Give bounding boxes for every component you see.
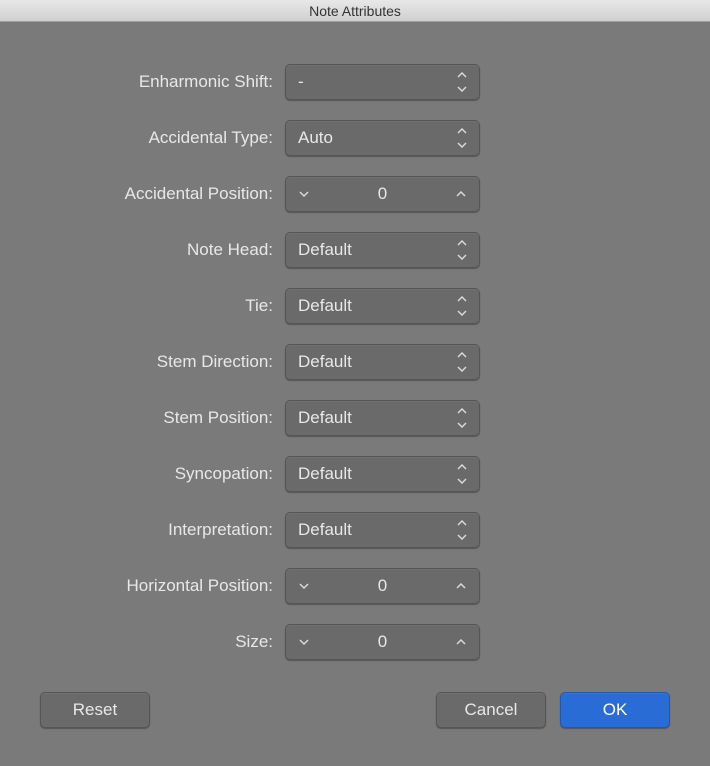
row-note-head: Note Head: Default [40,230,670,270]
updown-icon [455,72,469,92]
select-interpretation[interactable]: Default [285,512,480,548]
ok-button[interactable]: OK [560,692,670,728]
stepper-increment[interactable] [443,569,479,603]
row-stem-position: Stem Position: Default [40,398,670,438]
label-syncopation: Syncopation: [40,464,285,484]
stepper-increment[interactable] [443,625,479,659]
updown-icon [455,408,469,428]
select-accidental-type[interactable]: Auto [285,120,480,156]
label-interpretation: Interpretation: [40,520,285,540]
label-accidental-type: Accidental Type: [40,128,285,148]
label-tie: Tie: [40,296,285,316]
select-value: Default [298,464,352,484]
stepper-decrement[interactable] [286,177,322,211]
updown-icon [455,464,469,484]
row-stem-direction: Stem Direction: Default [40,342,670,382]
stepper-size[interactable]: 0 [285,624,480,660]
reset-button[interactable]: Reset [40,692,150,728]
stepper-value[interactable]: 0 [322,184,443,204]
title-bar: Note Attributes [0,0,710,22]
select-note-head[interactable]: Default [285,232,480,268]
window-title: Note Attributes [309,3,401,19]
label-stem-position: Stem Position: [40,408,285,428]
label-size: Size: [40,632,285,652]
select-stem-position[interactable]: Default [285,400,480,436]
dialog-content: Enharmonic Shift: - Accidental Type: Aut… [0,22,710,766]
stepper-horizontal-position[interactable]: 0 [285,568,480,604]
select-syncopation[interactable]: Default [285,456,480,492]
stepper-value[interactable]: 0 [322,576,443,596]
updown-icon [455,296,469,316]
select-value: Default [298,520,352,540]
updown-icon [455,128,469,148]
stepper-decrement[interactable] [286,625,322,659]
row-interpretation: Interpretation: Default [40,510,670,550]
select-tie[interactable]: Default [285,288,480,324]
stepper-increment[interactable] [443,177,479,211]
row-size: Size: 0 [40,622,670,662]
updown-icon [455,520,469,540]
stepper-decrement[interactable] [286,569,322,603]
row-syncopation: Syncopation: Default [40,454,670,494]
button-bar: Reset Cancel OK [40,662,670,746]
select-value: Default [298,240,352,260]
row-tie: Tie: Default [40,286,670,326]
row-enharmonic-shift: Enharmonic Shift: - [40,62,670,102]
label-horizontal-position: Horizontal Position: [40,576,285,596]
row-accidental-type: Accidental Type: Auto [40,118,670,158]
label-note-head: Note Head: [40,240,285,260]
label-enharmonic-shift: Enharmonic Shift: [40,72,285,92]
stepper-accidental-position[interactable]: 0 [285,176,480,212]
select-value: Default [298,352,352,372]
select-value: - [298,72,304,92]
label-stem-direction: Stem Direction: [40,352,285,372]
row-accidental-position: Accidental Position: 0 [40,174,670,214]
form-rows: Enharmonic Shift: - Accidental Type: Aut… [40,62,670,662]
label-accidental-position: Accidental Position: [40,184,285,204]
stepper-value[interactable]: 0 [322,632,443,652]
row-horizontal-position: Horizontal Position: 0 [40,566,670,606]
updown-icon [455,352,469,372]
select-value: Default [298,408,352,428]
select-enharmonic-shift[interactable]: - [285,64,480,100]
updown-icon [455,240,469,260]
select-stem-direction[interactable]: Default [285,344,480,380]
select-value: Default [298,296,352,316]
cancel-button[interactable]: Cancel [436,692,546,728]
select-value: Auto [298,128,333,148]
